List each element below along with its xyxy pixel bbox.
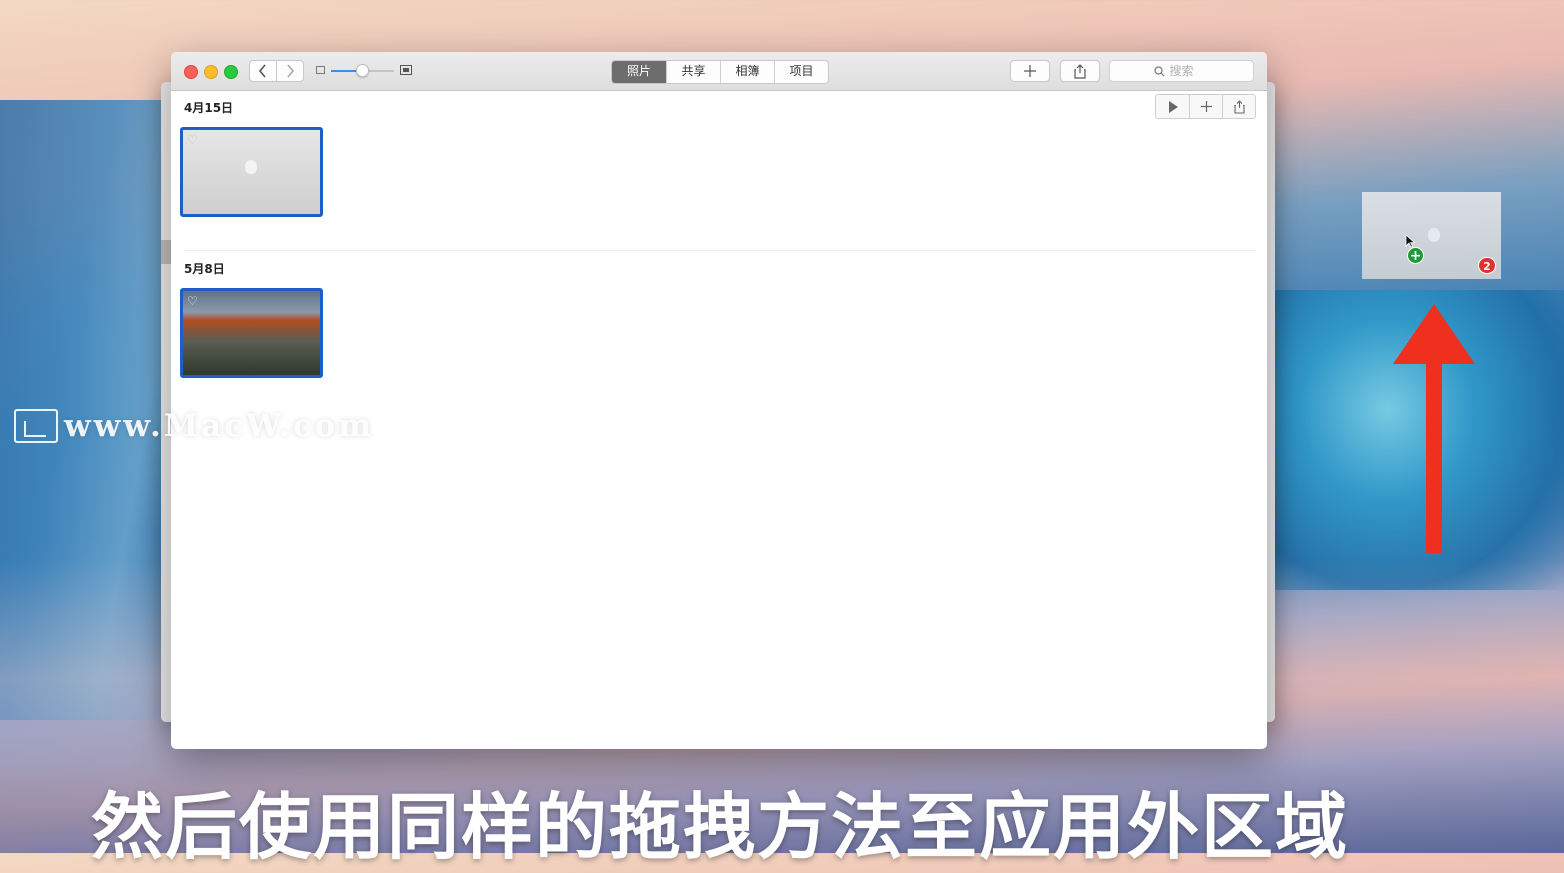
zoom-slider-knob[interactable] <box>356 64 369 77</box>
moment-share-button[interactable] <box>1222 95 1255 118</box>
photo-thumbnail[interactable]: ♡ <box>180 288 323 378</box>
apple-logo-icon <box>245 160 257 174</box>
tab-albums[interactable]: 相簿 <box>720 61 774 83</box>
heart-icon[interactable]: ♡ <box>187 294 198 308</box>
large-thumbnail-icon <box>400 65 412 75</box>
forward-button[interactable] <box>276 60 304 82</box>
tab-photos[interactable]: 照片 <box>612 61 666 83</box>
watermark: www.MacW.com <box>14 404 374 448</box>
plus-icon <box>1024 65 1036 77</box>
add-button[interactable] <box>1010 60 1050 82</box>
close-button[interactable] <box>184 65 198 79</box>
cursor-arrow-icon <box>1405 234 1415 248</box>
share-icon <box>1233 99 1245 114</box>
tab-projects[interactable]: 项目 <box>774 61 828 83</box>
chevron-right-icon <box>287 64 295 78</box>
macw-logo-icon <box>14 409 58 443</box>
back-button[interactable] <box>249 60 277 82</box>
zoom-button[interactable] <box>224 65 238 79</box>
moment-date: 5月8日 <box>184 262 225 276</box>
share-button[interactable] <box>1060 60 1100 82</box>
tab-shared[interactable]: 共享 <box>666 61 720 83</box>
item-count-badge: 2 <box>1478 257 1496 274</box>
apple-logo-icon <box>1428 228 1440 242</box>
plus-icon <box>1200 101 1212 112</box>
add-to-button[interactable] <box>1189 95 1222 118</box>
moment-date: 4月15日 <box>184 101 234 115</box>
subtitle-caption: 然后使用同样的拖拽方法至应用外区域 <box>90 785 1349 869</box>
section-divider <box>184 250 1256 251</box>
watermark-text: www.MacW.com <box>64 408 375 444</box>
chevron-left-icon <box>258 64 266 78</box>
moment-actions <box>1155 94 1256 119</box>
copy-badge: + <box>1407 247 1424 264</box>
play-icon <box>1168 100 1178 113</box>
photos-window: 照片 共享 相簿 项目 4月15日 ♡ 5月8日 <box>171 52 1267 749</box>
search-field[interactable] <box>1109 60 1254 82</box>
photo-thumbnail[interactable]: ♡ <box>180 127 323 217</box>
background-window-strip <box>161 240 171 264</box>
small-thumbnail-icon <box>316 66 325 74</box>
share-icon <box>1074 63 1086 79</box>
minimize-button[interactable] <box>204 65 218 79</box>
search-input[interactable] <box>1169 64 1210 78</box>
view-tabs: 照片 共享 相簿 项目 <box>611 60 829 84</box>
red-arrow-shaft <box>1426 355 1442 553</box>
search-icon <box>1153 65 1164 76</box>
window-toolbar: 照片 共享 相簿 项目 <box>171 52 1267 91</box>
heart-icon[interactable]: ♡ <box>187 133 198 147</box>
slideshow-button[interactable] <box>1156 95 1189 118</box>
